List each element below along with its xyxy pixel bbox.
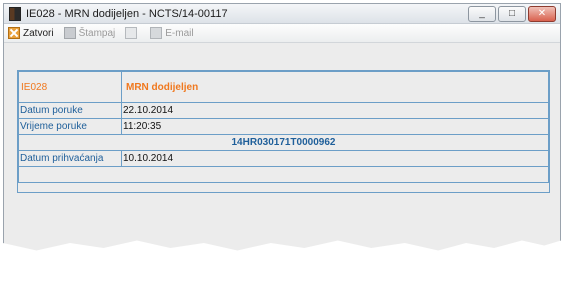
message-date-label: Datum poruke bbox=[18, 102, 122, 119]
table-row: Datum prihvaćanja 10.10.2014 bbox=[18, 150, 549, 167]
document-icon bbox=[125, 27, 138, 39]
acceptance-date-label: Datum prihvaćanja bbox=[18, 150, 122, 167]
app-window: IE028 - MRN dodijeljen - NCTS/14-00117 _… bbox=[3, 3, 561, 251]
acceptance-date-value: 10.10.2014 bbox=[121, 150, 549, 167]
message-time-value: 11:20:35 bbox=[121, 118, 549, 135]
app-icon bbox=[9, 6, 21, 21]
maximize-button[interactable]: □ bbox=[498, 6, 526, 22]
message-title: MRN dodijeljen bbox=[121, 71, 549, 103]
message-table: IE028 MRN dodijeljen Datum poruke 22.10.… bbox=[18, 71, 549, 183]
export-button[interactable] bbox=[125, 27, 140, 39]
message-panel: IE028 MRN dodijeljen Datum poruke 22.10.… bbox=[17, 70, 550, 193]
message-time-label: Vrijeme poruke bbox=[18, 118, 122, 135]
email-button[interactable]: E-mail bbox=[150, 27, 194, 39]
table-row: Vrijeme poruke 11:20:35 bbox=[18, 118, 549, 135]
mail-icon bbox=[150, 27, 163, 39]
print-label: Štampaj bbox=[78, 27, 116, 39]
print-button[interactable]: Štampaj bbox=[63, 27, 116, 39]
close-button[interactable]: ✕ bbox=[528, 6, 556, 22]
email-label: E-mail bbox=[165, 27, 194, 39]
empty-cell bbox=[18, 166, 549, 183]
header-row: IE028 MRN dodijeljen bbox=[18, 71, 549, 103]
printer-icon bbox=[63, 27, 76, 39]
title-bar[interactable]: IE028 - MRN dodijeljen - NCTS/14-00117 _… bbox=[4, 4, 560, 24]
mrn-value: 14HR030171T0000962 bbox=[18, 134, 549, 151]
close-icon bbox=[8, 27, 20, 39]
close-document-button[interactable]: Zatvori bbox=[8, 27, 54, 39]
close-document-label: Zatvori bbox=[23, 27, 54, 39]
minimize-button[interactable]: _ bbox=[468, 6, 496, 22]
message-code: IE028 bbox=[18, 71, 122, 103]
window-title: IE028 - MRN dodijeljen - NCTS/14-00117 bbox=[26, 7, 228, 20]
window-controls: _ □ ✕ bbox=[468, 6, 556, 22]
message-date-value: 22.10.2014 bbox=[121, 102, 549, 119]
empty-row bbox=[18, 166, 549, 183]
toolbar: Zatvori Štampaj E-mail bbox=[4, 24, 560, 43]
mrn-row: 14HR030171T0000962 bbox=[18, 134, 549, 151]
table-row: Datum poruke 22.10.2014 bbox=[18, 102, 549, 119]
